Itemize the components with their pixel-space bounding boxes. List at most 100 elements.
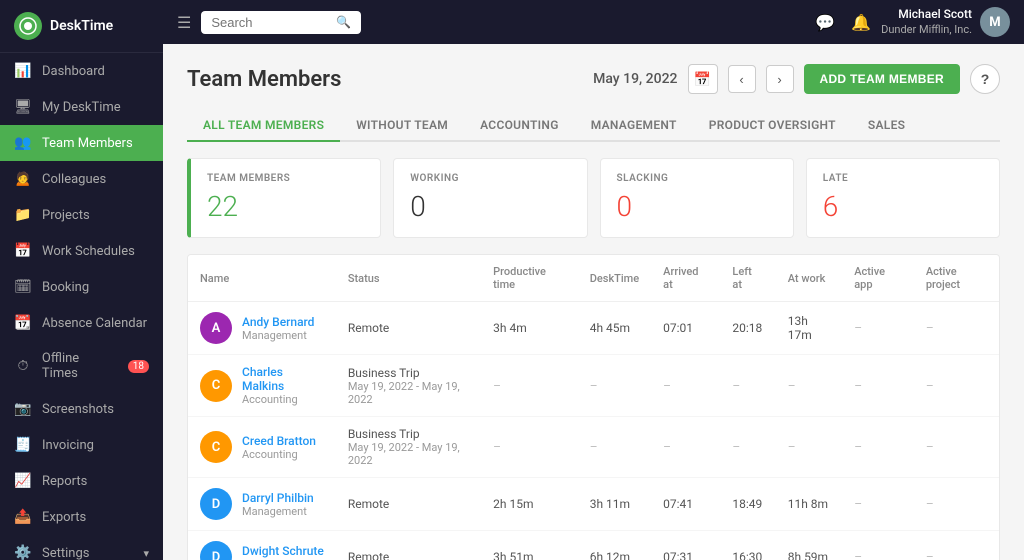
productive-time-value: 3h 4m xyxy=(493,321,527,335)
member-fullname[interactable]: Creed Bratton xyxy=(242,434,316,448)
stat-label-working: WORKING xyxy=(410,173,570,184)
member-avatar: D xyxy=(200,488,232,520)
active-project-cell: – xyxy=(914,417,999,478)
stat-value-team-members: 22 xyxy=(207,190,364,223)
sidebar-label-offline-times: Offline Times xyxy=(42,351,118,381)
active-project-cell: – xyxy=(914,355,999,417)
member-avatar: C xyxy=(200,370,232,402)
table-row: C Creed Bratton Accounting Business Trip… xyxy=(188,417,999,478)
prev-date-button[interactable]: ‹ xyxy=(728,65,756,93)
sidebar-item-colleagues[interactable]: 🙍 Colleagues xyxy=(0,161,163,197)
tab-product-oversight[interactable]: PRODUCT OVERSIGHT xyxy=(693,110,852,142)
left-at-value: – xyxy=(732,440,740,454)
sidebar-item-dashboard[interactable]: 📊 Dashboard xyxy=(0,53,163,89)
sidebar-label-dashboard: Dashboard xyxy=(42,64,105,79)
member-dept: Management xyxy=(242,505,314,518)
member-dept: Accounting xyxy=(242,448,316,461)
active-project-value: – xyxy=(926,321,934,335)
productive-time-cell: 3h 51m xyxy=(481,531,578,560)
search-icon: 🔍 xyxy=(336,15,351,29)
main-panel: ☰ 🔍 💬 🔔 Michael Scott Dunder Mifflin, In… xyxy=(163,0,1024,560)
at-work-value: 8h 59m xyxy=(788,550,828,560)
desktime-cell: – xyxy=(578,417,651,478)
sidebar-item-offline-times[interactable]: ⏱ Offline Times 18 xyxy=(0,341,163,391)
sidebar-item-settings[interactable]: ⚙️ Settings ▾ xyxy=(0,535,163,560)
next-date-button[interactable]: › xyxy=(766,65,794,93)
tab-management[interactable]: MANAGEMENT xyxy=(575,110,693,142)
status-date: May 19, 2022 - May 19, 2022 xyxy=(348,441,469,467)
user-company: Dunder Mifflin, Inc. xyxy=(881,23,972,37)
active-app-value: – xyxy=(854,550,862,560)
notification-icon[interactable]: 🔔 xyxy=(851,13,871,32)
user-info[interactable]: Michael Scott Dunder Mifflin, Inc. M xyxy=(881,7,1010,37)
at-work-value: – xyxy=(788,440,796,454)
help-button[interactable]: ? xyxy=(970,64,1000,94)
sidebar-item-reports[interactable]: 📈 Reports xyxy=(0,463,163,499)
status-cell: Remote xyxy=(336,302,481,355)
sidebar-icon-offline-times: ⏱ xyxy=(14,358,32,374)
header-right: May 19, 2022 📅 ‹ › ADD TEAM MEMBER ? xyxy=(593,64,1000,94)
sidebar-icon-dashboard: 📊 xyxy=(14,63,32,79)
col-header-desktime: DeskTime xyxy=(578,255,651,302)
sidebar-icon-projects: 📁 xyxy=(14,207,32,223)
desktime-cell: 4h 45m xyxy=(578,302,651,355)
sidebar-label-screenshots: Screenshots xyxy=(42,402,114,417)
sidebar-item-absence-calendar[interactable]: 📆 Absence Calendar xyxy=(0,305,163,341)
member-info: Dwight Schrute Management xyxy=(242,544,324,560)
sidebar-label-absence-calendar: Absence Calendar xyxy=(42,316,147,331)
sidebar-icon-my-desktime: 🖥 xyxy=(14,99,32,115)
sidebar-item-work-schedules[interactable]: 📅 Work Schedules xyxy=(0,233,163,269)
sidebar-item-invoicing[interactable]: 🧾 Invoicing xyxy=(0,427,163,463)
sidebar-logo[interactable]: DeskTime xyxy=(0,0,163,53)
sidebar-item-screenshots[interactable]: 📷 Screenshots xyxy=(0,391,163,427)
table-row: A Andy Bernard Management Remote 3h 4m4h… xyxy=(188,302,999,355)
add-team-member-button[interactable]: ADD TEAM MEMBER xyxy=(804,64,961,94)
menu-icon[interactable]: ☰ xyxy=(177,13,191,32)
active-app-value: – xyxy=(854,379,862,393)
status-cell: Business Trip May 19, 2022 - May 19, 202… xyxy=(336,417,481,478)
desktime-value: 4h 45m xyxy=(590,321,630,335)
tab-accounting[interactable]: ACCOUNTING xyxy=(464,110,575,142)
page-title: Team Members xyxy=(187,67,341,92)
stat-card-working: WORKING 0 xyxy=(393,158,587,238)
sidebar-item-team-members[interactable]: 👥 Team Members xyxy=(0,125,163,161)
productive-time-value: – xyxy=(493,379,501,393)
chat-icon[interactable]: 💬 xyxy=(815,13,835,32)
avatar[interactable]: M xyxy=(980,7,1010,37)
data-table: NameStatusProductive timeDeskTimeArrived… xyxy=(188,255,999,560)
productive-time-value: – xyxy=(493,440,501,454)
active-project-value: – xyxy=(926,440,934,454)
active-project-value: – xyxy=(926,497,934,511)
stat-value-slacking: 0 xyxy=(617,190,777,223)
member-fullname[interactable]: Andy Bernard xyxy=(242,315,314,329)
member-fullname[interactable]: Darryl Philbin xyxy=(242,491,314,505)
tab-without-team[interactable]: WITHOUT TEAM xyxy=(340,110,464,142)
sidebar-icon-settings: ⚙️ xyxy=(14,545,32,560)
at-work-value: – xyxy=(788,379,796,393)
stat-card-team-members: TEAM MEMBERS 22 xyxy=(187,158,381,238)
tab-sales[interactable]: SALES xyxy=(852,110,921,142)
sidebar-item-booking[interactable]: 🗓 Booking xyxy=(0,269,163,305)
member-info: Darryl Philbin Management xyxy=(242,491,314,518)
tab-all[interactable]: ALL TEAM MEMBERS xyxy=(187,110,340,142)
member-fullname[interactable]: Charles Malkins xyxy=(242,365,324,393)
table-row: D Darryl Philbin Management Remote 2h 15… xyxy=(188,478,999,531)
topbar-icons: 💬 🔔 xyxy=(815,13,871,32)
calendar-button[interactable]: 📅 xyxy=(688,64,718,94)
search-input[interactable] xyxy=(211,15,330,30)
member-fullname[interactable]: Dwight Schrute xyxy=(242,544,324,558)
stat-value-working: 0 xyxy=(410,190,570,223)
topbar: ☰ 🔍 💬 🔔 Michael Scott Dunder Mifflin, In… xyxy=(163,0,1024,44)
arrived-at-value: 07:41 xyxy=(663,497,693,511)
page-header: Team Members May 19, 2022 📅 ‹ › ADD TEAM… xyxy=(187,64,1000,94)
arrived-at-value: – xyxy=(663,379,671,393)
sidebar-item-my-desktime[interactable]: 🖥 My DeskTime xyxy=(0,89,163,125)
date-label: May 19, 2022 xyxy=(593,71,677,87)
sidebar-label-work-schedules: Work Schedules xyxy=(42,244,135,259)
sidebar-item-projects[interactable]: 📁 Projects xyxy=(0,197,163,233)
member-avatar: C xyxy=(200,431,232,463)
arrived-at-value: – xyxy=(663,440,671,454)
sidebar-item-exports[interactable]: 📤 Exports xyxy=(0,499,163,535)
col-header-at-work: At work xyxy=(776,255,843,302)
stat-label-slacking: SLACKING xyxy=(617,173,777,184)
